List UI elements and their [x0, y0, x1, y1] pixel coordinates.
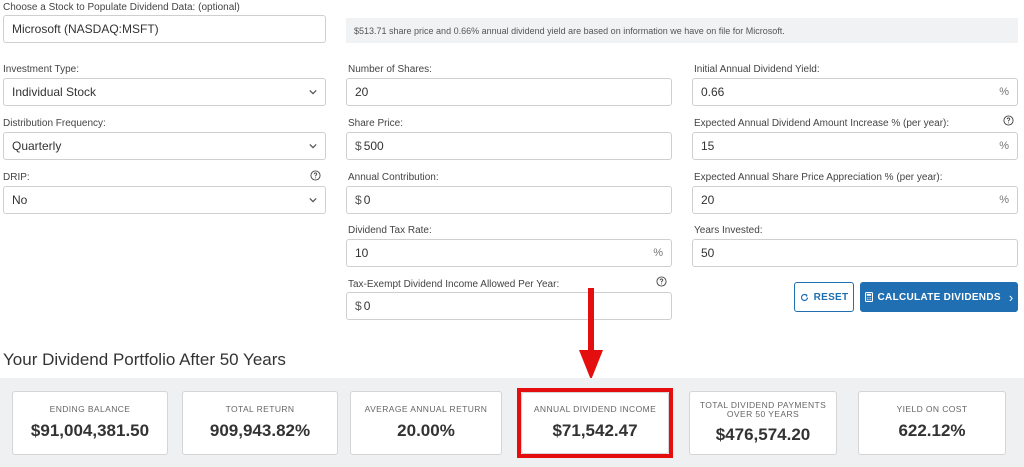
result-card-total-dividend-payments: TOTAL DIVIDEND PAYMENTS OVER 50 YEARS $4… [689, 391, 837, 455]
annual-contribution-label: Annual Contribution: [348, 172, 439, 183]
shares-input[interactable]: 20 [346, 78, 672, 106]
drip-label: DRIP: [3, 172, 30, 183]
price-appreciation-value: 20 [701, 193, 715, 207]
result-card-title: TOTAL RETURN [225, 404, 295, 415]
dividend-yield-label: Initial Annual Dividend Yield: [694, 64, 820, 75]
investment-type-value: Individual Stock [12, 85, 97, 99]
reset-button[interactable]: RESET [794, 282, 854, 312]
percent-suffix: % [999, 194, 1009, 206]
calculate-dividends-button[interactable]: CALCULATE DIVIDENDS › [860, 282, 1018, 312]
result-card-total-return: TOTAL RETURN 909,943.82% [182, 391, 338, 455]
result-card-yield-on-cost: YIELD ON COST 622.12% [858, 391, 1006, 455]
refresh-icon [800, 293, 808, 301]
price-appreciation-input[interactable]: 20 % [692, 186, 1018, 214]
share-price-input[interactable]: $ 500 [346, 132, 672, 160]
investment-type-label: Investment Type: [3, 64, 79, 75]
calculator-icon [864, 292, 873, 302]
dividend-tax-label: Dividend Tax Rate: [348, 225, 432, 236]
dividend-yield-value: 0.66 [701, 85, 725, 99]
dividend-increase-input[interactable]: 15 % [692, 132, 1018, 160]
currency-prefix: $ [355, 139, 362, 153]
percent-suffix: % [999, 140, 1009, 152]
result-card-title: YIELD ON COST [896, 404, 968, 415]
result-card-title: AVERAGE ANNUAL RETURN [364, 404, 488, 415]
result-card-value: 622.12% [898, 420, 966, 440]
result-card-title: TOTAL DIVIDEND PAYMENTS OVER 50 YEARS [699, 399, 827, 419]
annual-contribution-value: 0 [363, 193, 371, 207]
percent-suffix: % [999, 86, 1009, 98]
years-invested-label: Years Invested: [694, 225, 763, 236]
chevron-down-icon [309, 197, 317, 203]
distribution-frequency-select[interactable]: Quarterly [3, 132, 326, 160]
dividend-yield-input[interactable]: 0.66 % [692, 78, 1018, 106]
result-card-ending-balance: ENDING BALANCE $91,004,381.50 [12, 391, 168, 455]
distribution-frequency-label: Distribution Frequency: [3, 118, 106, 129]
annual-contribution-input[interactable]: $ 0 [346, 186, 672, 214]
annotation-arrow [579, 288, 603, 380]
years-invested-input[interactable]: 50 [692, 239, 1018, 267]
chevron-right-icon: › [1008, 289, 1014, 305]
investment-type-select[interactable]: Individual Stock [3, 78, 326, 106]
dividend-increase-label: Expected Annual Dividend Amount Increase… [694, 118, 950, 129]
question-circle-icon[interactable] [1003, 115, 1014, 126]
tax-exempt-input[interactable]: $ 0 [346, 292, 672, 320]
tax-exempt-value: 0 [363, 299, 371, 313]
years-invested-value: 50 [701, 246, 715, 260]
dividend-tax-input[interactable]: 10 % [346, 239, 672, 267]
shares-label: Number of Shares: [348, 64, 432, 75]
price-appreciation-label: Expected Annual Share Price Appreciation… [694, 172, 943, 183]
result-card-average-annual-return: AVERAGE ANNUAL RETURN 20.00% [350, 391, 502, 455]
chevron-down-icon [309, 89, 317, 95]
question-circle-icon[interactable] [656, 276, 667, 287]
currency-prefix: $ [355, 193, 362, 207]
drip-select[interactable]: No [3, 186, 326, 214]
stock-label: Choose a Stock to Populate Dividend Data… [3, 2, 240, 13]
dividend-tax-value: 10 [355, 246, 369, 260]
stock-value: Microsoft (NASDAQ:MSFT) [12, 22, 159, 36]
share-price-label: Share Price: [348, 118, 404, 129]
results-title: Your Dividend Portfolio After 50 Years [3, 350, 286, 369]
currency-prefix: $ [355, 299, 362, 313]
dividend-increase-value: 15 [701, 139, 715, 153]
shares-value: 20 [355, 85, 369, 99]
question-circle-icon[interactable] [310, 170, 321, 181]
reset-button-label: RESET [813, 291, 849, 303]
stock-search-input[interactable]: Microsoft (NASDAQ:MSFT) [3, 15, 326, 43]
result-card-value: 20.00% [397, 420, 455, 440]
highlight-box [517, 388, 673, 458]
percent-suffix: % [653, 247, 663, 259]
chevron-down-icon [309, 143, 317, 149]
tax-exempt-label: Tax-Exempt Dividend Income Allowed Per Y… [348, 279, 560, 290]
calculate-dividends-label: CALCULATE DIVIDENDS [877, 291, 1001, 303]
drip-value: No [12, 193, 28, 207]
distribution-frequency-value: Quarterly [12, 139, 62, 153]
result-card-value: 909,943.82% [209, 420, 311, 440]
stock-data-note: $513.71 share price and 0.66% annual div… [346, 18, 1018, 43]
result-card-value: $91,004,381.50 [30, 420, 150, 440]
share-price-value: 500 [363, 139, 384, 153]
result-card-title: ENDING BALANCE [49, 404, 131, 415]
result-card-value: $476,574.20 [715, 425, 811, 445]
